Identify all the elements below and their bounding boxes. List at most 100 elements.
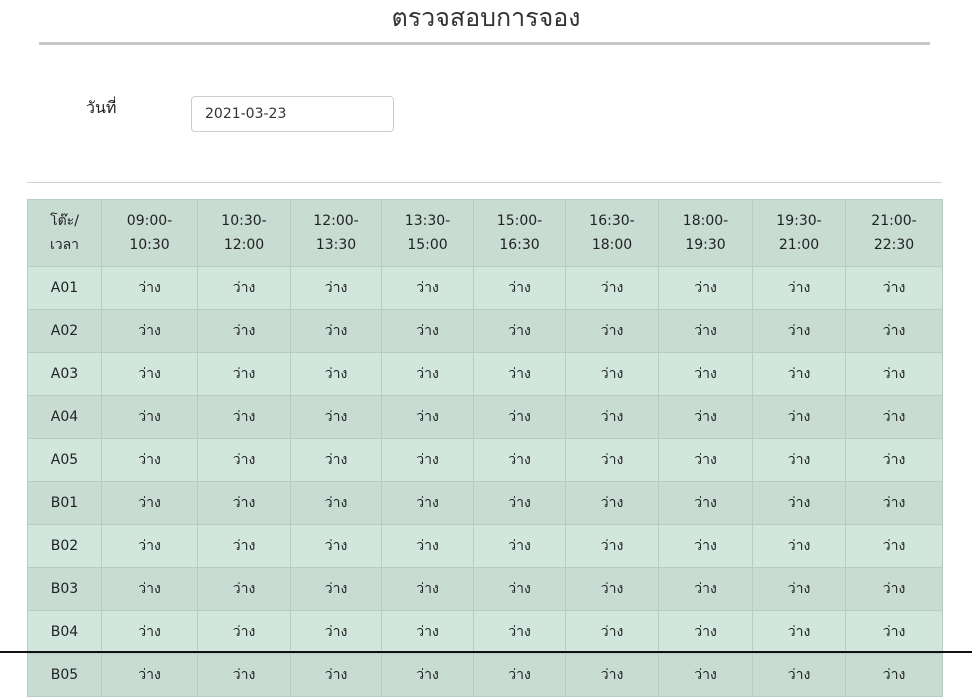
- status-cell[interactable]: ว่าง: [658, 653, 753, 697]
- status-cell[interactable]: ว่าง: [197, 481, 291, 525]
- status-cell[interactable]: ว่าง: [565, 481, 659, 525]
- status-cell[interactable]: ว่าง: [845, 266, 943, 310]
- table-row: B04 ว่าง ว่าง ว่าง ว่าง ว่าง ว่าง ว่าง ว่าง ว่าง: [27, 610, 943, 654]
- status-cell[interactable]: ว่าง: [381, 309, 474, 353]
- status-cell[interactable]: ว่าง: [473, 266, 566, 310]
- status-cell[interactable]: ว่าง: [658, 266, 753, 310]
- status-cell[interactable]: ว่าง: [473, 653, 566, 697]
- status-cell[interactable]: ว่าง: [752, 567, 846, 611]
- status-cell[interactable]: ว่าง: [381, 567, 474, 611]
- status-cell[interactable]: ว่าง: [101, 309, 198, 353]
- status-cell[interactable]: ว่าง: [752, 481, 846, 525]
- status-cell[interactable]: ว่าง: [381, 610, 474, 654]
- status-cell[interactable]: ว่าง: [290, 309, 382, 353]
- status-cell[interactable]: ว่าง: [197, 352, 291, 396]
- status-cell[interactable]: ว่าง: [565, 266, 659, 310]
- status-cell[interactable]: ว่าง: [101, 438, 198, 482]
- status-cell[interactable]: ว่าง: [752, 653, 846, 697]
- status-cell[interactable]: ว่าง: [473, 395, 566, 439]
- status-cell[interactable]: ว่าง: [752, 524, 846, 568]
- status-cell[interactable]: ว่าง: [473, 309, 566, 353]
- status-cell[interactable]: ว่าง: [101, 352, 198, 396]
- status-cell[interactable]: ว่าง: [473, 438, 566, 482]
- status-cell[interactable]: ว่าง: [101, 395, 198, 439]
- status-cell[interactable]: ว่าง: [845, 395, 943, 439]
- status-cell[interactable]: ว่าง: [658, 524, 753, 568]
- table-row: A02 ว่าง ว่าง ว่าง ว่าง ว่าง ว่าง ว่าง ว่าง ว่าง: [27, 309, 943, 353]
- status-cell[interactable]: ว่าง: [381, 438, 474, 482]
- status-cell[interactable]: ว่าง: [845, 653, 943, 697]
- status-cell[interactable]: ว่าง: [658, 309, 753, 353]
- status-cell[interactable]: ว่าง: [752, 438, 846, 482]
- status-cell[interactable]: ว่าง: [101, 524, 198, 568]
- section-divider: [27, 182, 942, 183]
- time-slot-header: 15:00- 16:30: [473, 199, 566, 267]
- status-cell[interactable]: ว่าง: [197, 309, 291, 353]
- status-cell[interactable]: ว่าง: [381, 266, 474, 310]
- status-cell[interactable]: ว่าง: [565, 395, 659, 439]
- status-cell[interactable]: ว่าง: [101, 481, 198, 525]
- status-cell[interactable]: ว่าง: [290, 524, 382, 568]
- status-cell[interactable]: ว่าง: [290, 653, 382, 697]
- status-cell[interactable]: ว่าง: [381, 524, 474, 568]
- status-cell[interactable]: ว่าง: [101, 266, 198, 310]
- status-cell[interactable]: ว่าง: [845, 309, 943, 353]
- status-cell[interactable]: ว่าง: [752, 309, 846, 353]
- status-cell[interactable]: ว่าง: [845, 610, 943, 654]
- status-cell[interactable]: ว่าง: [658, 438, 753, 482]
- status-cell[interactable]: ว่าง: [101, 567, 198, 611]
- table-row: B01 ว่าง ว่าง ว่าง ว่าง ว่าง ว่าง ว่าง ว่าง ว่าง: [27, 481, 943, 525]
- status-cell[interactable]: ว่าง: [752, 395, 846, 439]
- status-cell[interactable]: ว่าง: [290, 266, 382, 310]
- date-input[interactable]: [191, 96, 394, 132]
- status-cell[interactable]: ว่าง: [101, 610, 198, 654]
- status-cell[interactable]: ว่าง: [565, 653, 659, 697]
- status-cell[interactable]: ว่าง: [565, 309, 659, 353]
- status-cell[interactable]: ว่าง: [752, 352, 846, 396]
- status-cell[interactable]: ว่าง: [290, 438, 382, 482]
- status-cell[interactable]: ว่าง: [473, 352, 566, 396]
- status-cell[interactable]: ว่าง: [565, 567, 659, 611]
- status-cell[interactable]: ว่าง: [845, 567, 943, 611]
- status-cell[interactable]: ว่าง: [381, 481, 474, 525]
- status-cell[interactable]: ว่าง: [290, 481, 382, 525]
- status-cell[interactable]: ว่าง: [845, 352, 943, 396]
- time-slot-header: 21:00- 22:30: [845, 199, 943, 267]
- status-cell[interactable]: ว่าง: [381, 653, 474, 697]
- status-cell[interactable]: ว่าง: [473, 610, 566, 654]
- status-cell[interactable]: ว่าง: [197, 395, 291, 439]
- status-cell[interactable]: ว่าง: [197, 266, 291, 310]
- status-cell[interactable]: ว่าง: [101, 653, 198, 697]
- status-cell[interactable]: ว่าง: [290, 567, 382, 611]
- status-cell[interactable]: ว่าง: [381, 352, 474, 396]
- status-cell[interactable]: ว่าง: [290, 610, 382, 654]
- status-cell[interactable]: ว่าง: [565, 610, 659, 654]
- status-cell[interactable]: ว่าง: [473, 524, 566, 568]
- status-cell[interactable]: ว่าง: [845, 438, 943, 482]
- status-cell[interactable]: ว่าง: [565, 524, 659, 568]
- status-cell[interactable]: ว่าง: [658, 395, 753, 439]
- table-row: B05 ว่าง ว่าง ว่าง ว่าง ว่าง ว่าง ว่าง ว่าง ว่าง: [27, 653, 943, 697]
- status-cell[interactable]: ว่าง: [381, 395, 474, 439]
- status-cell[interactable]: ว่าง: [473, 567, 566, 611]
- status-cell[interactable]: ว่าง: [565, 438, 659, 482]
- status-cell[interactable]: ว่าง: [197, 524, 291, 568]
- status-cell[interactable]: ว่าง: [197, 653, 291, 697]
- status-cell[interactable]: ว่าง: [752, 610, 846, 654]
- status-cell[interactable]: ว่าง: [658, 567, 753, 611]
- status-cell[interactable]: ว่าง: [197, 610, 291, 654]
- status-cell[interactable]: ว่าง: [658, 352, 753, 396]
- status-cell[interactable]: ว่าง: [197, 438, 291, 482]
- status-cell[interactable]: ว่าง: [290, 395, 382, 439]
- status-cell[interactable]: ว่าง: [845, 524, 943, 568]
- table-row: A01 ว่าง ว่าง ว่าง ว่าง ว่าง ว่าง ว่าง ว่าง ว่าง: [27, 266, 943, 310]
- status-cell[interactable]: ว่าง: [845, 481, 943, 525]
- status-cell[interactable]: ว่าง: [658, 481, 753, 525]
- status-cell[interactable]: ว่าง: [473, 481, 566, 525]
- status-cell[interactable]: ว่าง: [290, 352, 382, 396]
- date-label: วันที่: [86, 98, 117, 117]
- status-cell[interactable]: ว่าง: [752, 266, 846, 310]
- status-cell[interactable]: ว่าง: [658, 610, 753, 654]
- status-cell[interactable]: ว่าง: [565, 352, 659, 396]
- status-cell[interactable]: ว่าง: [197, 567, 291, 611]
